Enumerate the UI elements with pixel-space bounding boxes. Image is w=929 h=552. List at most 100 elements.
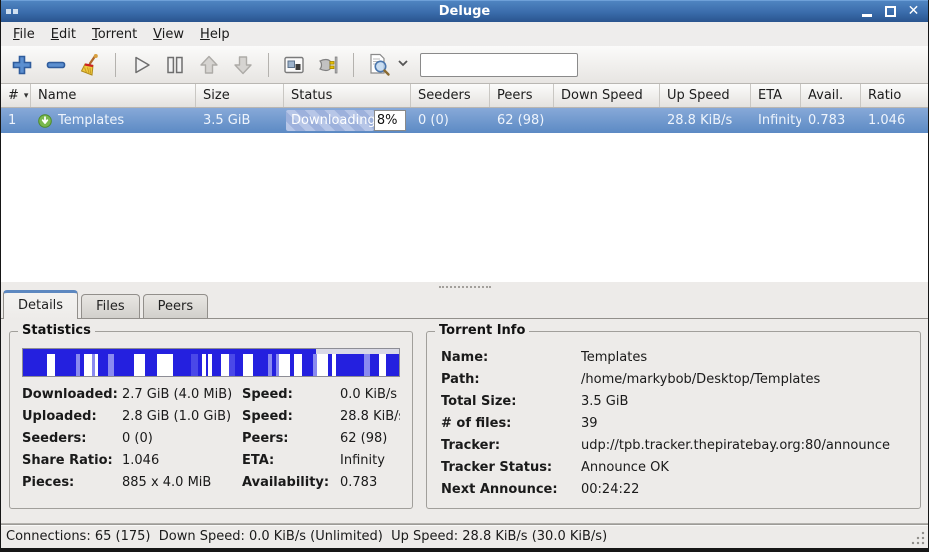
menu-view[interactable]: View [145,24,192,45]
info-value: udp://tpb.tracker.thepiratebay.org:80/an… [581,438,906,453]
stat-label: Seeders: [22,431,122,446]
info-label: # of files: [441,416,581,431]
column-label: Status [291,88,332,103]
menu-help[interactable]: Help [192,24,238,45]
cell-peers: 62 (98) [490,108,554,133]
title-bar[interactable]: Deluge ✕ [1,0,928,22]
column-header-status[interactable]: Status [284,84,411,107]
play-icon [129,53,153,77]
stat-label: Downloaded: [22,387,122,402]
menu-edit[interactable]: Edit [43,24,84,45]
cell-up_speed: 28.8 KiB/s [660,108,751,133]
splitter-grip-icon [439,286,491,288]
column-header-ratio[interactable]: Ratio [861,84,928,107]
details-panel: Statistics Downloaded:2.7 GiB (4.0 MiB)S… [1,318,928,524]
info-value: Templates [581,350,906,365]
torrent-list: #▾ Name Size Status Seeders Peers Down Speed Up… [1,84,928,282]
column-header-size[interactable]: Size [196,84,284,107]
statistics-legend: Statistics [18,323,95,338]
column-label: Peers [497,88,533,103]
deluge-window: Deluge ✕ FileEditTorrentViewHelp [0,0,929,552]
add-torrent-button[interactable] [7,50,37,80]
clear-finished-button[interactable] [75,50,105,80]
search-input[interactable] [420,53,578,77]
preferences-button[interactable] [279,50,309,80]
arrow-up-icon [197,53,221,77]
torrent-name: Templates [58,113,124,128]
minimize-button[interactable] [861,5,874,18]
info-value: 39 [581,416,906,431]
tab-peers[interactable]: Peers [143,294,209,318]
torrent-row[interactable]: 1Templates3.5 GiBDownloading 78%0 (0)62 … [1,108,928,133]
pieces-bar [22,348,400,377]
stat-value: 0.783 [340,475,400,490]
resume-torrent-button[interactable] [126,50,156,80]
queue-down-button[interactable] [228,50,258,80]
cell-num: 1 [1,108,31,133]
stat-value: 885 x 4.0 MiB [122,475,242,490]
info-value: 3.5 GiB [581,394,906,409]
table-header: #▾ Name Size Status Seeders Peers Down Speed Up… [1,84,928,108]
window-title: Deluge [1,4,928,19]
status-bar-text: Connections: 65 (175) Down Speed: 0.0 Ki… [6,529,607,544]
preferences-window-icon [282,53,306,77]
connection-manager-button[interactable] [313,50,343,80]
column-header-#[interactable]: #▾ [1,84,31,107]
torrent-info-grid: Name:TemplatesPath:/home/markybob/Deskto… [441,350,906,497]
maximize-button[interactable] [884,5,897,18]
torrent-list-empty-area[interactable] [1,133,928,282]
menu-file[interactable]: File [5,24,43,45]
remove-torrent-button[interactable] [41,50,71,80]
cell-name: Templates [31,108,196,133]
column-header-peers[interactable]: Peers [490,84,554,107]
stat-value: 1.046 [122,453,242,468]
arrow-down-icon [231,53,255,77]
info-value: Announce OK [581,460,906,475]
stat-label: Speed: [242,409,340,424]
window-bottom-edge [1,548,928,552]
pause-icon [163,53,187,77]
column-label: # [8,88,19,103]
queue-up-button[interactable] [194,50,224,80]
menu-torrent[interactable]: Torrent [84,24,145,45]
column-label: Down Speed [561,88,643,103]
column-header-seeders[interactable]: Seeders [411,84,490,107]
column-label: Name [38,88,76,103]
column-header-eta[interactable]: ETA [751,84,801,107]
progressbar-percent-box: 8% [374,110,406,131]
tab-details[interactable]: Details [3,290,78,319]
resize-grip[interactable] [911,531,925,545]
stat-value: 0 (0) [122,431,242,446]
menu-bar: FileEditTorrentViewHelp [1,22,928,46]
details-tabstrip: DetailsFilesPeers [1,292,928,318]
stat-label: Pieces: [22,475,122,490]
stat-value: 0.0 KiB/s [340,387,400,402]
info-value: /home/markybob/Desktop/Templates [581,372,906,387]
chevron-down-icon[interactable] [396,56,410,74]
stat-value: 2.7 GiB (4.0 MiB) [122,387,242,402]
toolbar-separator [268,53,269,77]
info-value: 00:24:22 [581,482,906,497]
plug-icon [316,53,340,77]
column-header-up-speed[interactable]: Up Speed [660,84,751,107]
plus-icon [10,53,34,77]
status-progressbar: Downloading 78% [286,110,408,131]
column-header-avail-[interactable]: Avail. [801,84,861,107]
info-label: Name: [441,350,581,365]
pane-splitter[interactable] [1,282,928,292]
close-button[interactable]: ✕ [907,5,920,18]
info-label: Tracker Status: [441,460,581,475]
column-label: Up Speed [667,88,730,103]
stat-label: Peers: [242,431,340,446]
stat-label: Availability: [242,475,340,490]
cell-status: Downloading 78% [284,108,411,133]
column-label: ETA [758,88,782,103]
stat-value: 28.8 KiB/s [340,409,400,424]
pieces-barcode [23,354,399,376]
search-filter-button[interactable] [364,50,394,80]
stat-label: Share Ratio: [22,453,122,468]
tab-files[interactable]: Files [81,294,140,318]
column-header-down-speed[interactable]: Down Speed [554,84,660,107]
pause-torrent-button[interactable] [160,50,190,80]
column-header-name[interactable]: Name [31,84,196,107]
